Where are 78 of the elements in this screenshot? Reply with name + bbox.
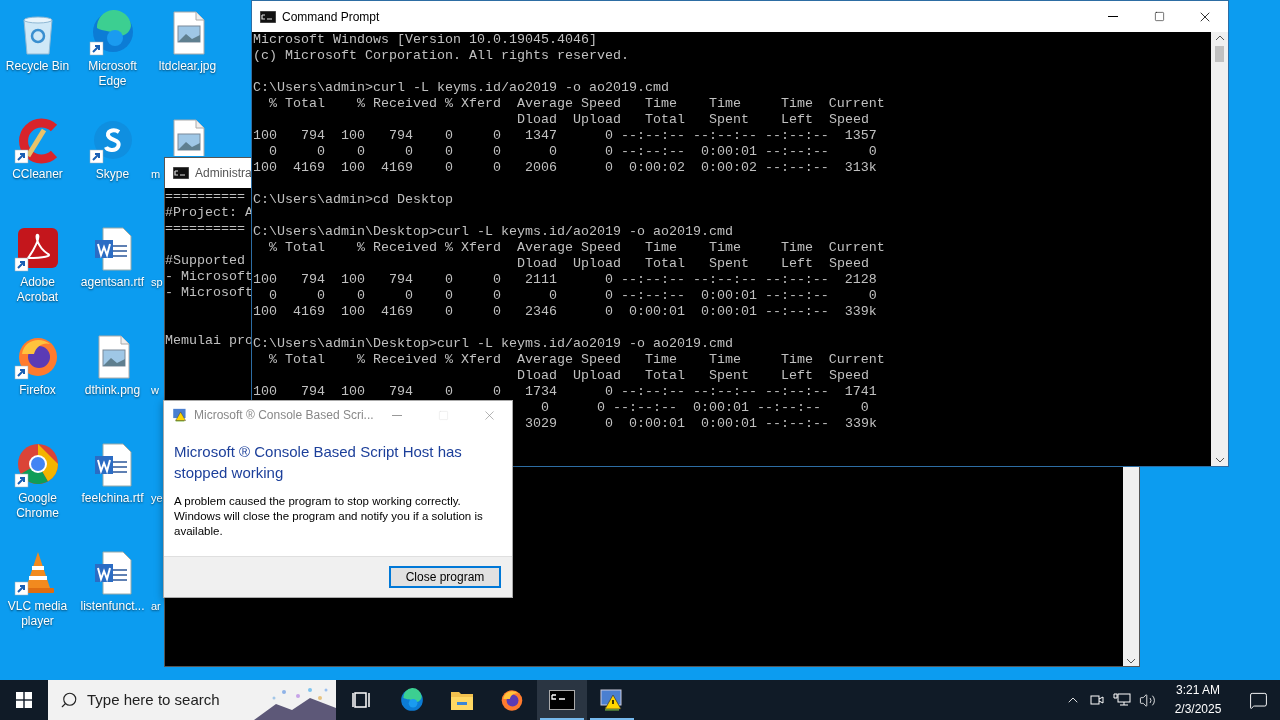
- console-line: C:\Users\admin\Desktop>curl -L keyms.id/ao2019 -o ao2019.cmd: [253, 336, 733, 352]
- script-host-icon: [172, 407, 188, 423]
- notification-icon: [1248, 690, 1268, 710]
- console-line: 0 0 0 0 0 0 0 0 --:--:-- 0:00:01 --:--:-- 0: [269, 144, 877, 160]
- console-line: 0 0 0 0 0 0 0 0 --:--:-- 0:00:01 --:--:-- 0: [269, 288, 877, 304]
- search-icon: [60, 691, 78, 709]
- desktop-icon-label[interactable]: feelchina.rtf: [81, 491, 144, 506]
- desktop-icon-label[interactable]: Skype: [95, 167, 130, 182]
- console-line: Dload Upload Total Spent Left Speed: [516, 368, 869, 384]
- search-field[interactable]: Type here to search: [87, 688, 247, 712]
- console-line: 100 794 100 794 0 0 2111 0 --:--:-- --:--:-- --:--:-- 2128: [253, 272, 877, 288]
- console-line: ==========: [165, 221, 245, 237]
- console-line: - Microsoft: [165, 269, 253, 285]
- desktop-icon-label[interactable]: Recycle Bin: [5, 59, 70, 74]
- taskbar-app-button[interactable]: [537, 680, 587, 720]
- console-line: 100 4169 100 4169 0 0 2006 0 0:00:02 0:00:02 --:--:-- 313k: [253, 160, 877, 176]
- camera-icon[interactable]: [1089, 692, 1105, 708]
- desktop-icon-label[interactable]: agentsan.rtf: [80, 275, 145, 290]
- desktop-icon-label[interactable]: sp: [150, 275, 163, 290]
- desktop-icon-label[interactable]: VLC media player: [0, 599, 75, 629]
- console-line: % Total % Received % Xferd Average Speed Time Time Time Current: [269, 96, 885, 112]
- console-line: (c) Microsoft Corporation. All rights reserved.: [253, 48, 629, 64]
- console-line: 100 4169 100 4169 0 0 2346 0 0:00:01 0:00:01 --:--:-- 339k: [253, 304, 877, 320]
- console-line: C:\Users\admin>curl -L keyms.id/ao2019 -o ao2019.cmd: [253, 80, 669, 96]
- console-icon: [260, 10, 276, 23]
- maximize-icon: [1153, 11, 1165, 22]
- console-line: Microsoft Windows [Version 10.0.19045.4046]: [253, 32, 597, 48]
- browser-icon: [499, 687, 525, 713]
- dialog-heading: Microsoft ® Console Based Script Host has stopped working: [174, 442, 463, 483]
- volume-icon[interactable]: [1139, 691, 1156, 709]
- scroll-down-icon[interactable]: [1127, 659, 1135, 664]
- desktop-icon-label[interactable]: Adobe Acrobat: [0, 275, 75, 305]
- desktop-icon-label[interactable]: listenfunct...: [80, 599, 145, 614]
- scrollbar-thumb[interactable]: [1215, 46, 1224, 62]
- close-program-button[interactable]: Close program: [389, 566, 501, 588]
- console-line: - Microsoft: [165, 285, 253, 301]
- window-title: Administra: [195, 165, 252, 182]
- scroll-up-icon[interactable]: [1215, 35, 1224, 40]
- desktop-icon-label[interactable]: dthink.png: [84, 383, 141, 398]
- console-line: ==========: [165, 189, 245, 205]
- console-line: % Total % Received % Xferd Average Speed Time Time Time Current: [269, 240, 885, 256]
- network-icon[interactable]: [1113, 692, 1131, 708]
- script-host-icon: [599, 687, 625, 713]
- console-line: Dload Upload Total Spent Left Speed: [516, 256, 869, 272]
- scroll-down-icon[interactable]: [1215, 458, 1224, 463]
- console-icon: [549, 690, 575, 710]
- folder-icon: [450, 689, 474, 711]
- clock[interactable]: 3:21 AM 2/3/2025: [1160, 681, 1236, 719]
- desktop-icon-label[interactable]: Google Chrome: [0, 491, 75, 521]
- windows-logo-icon: [16, 692, 32, 708]
- desktop-icon-label[interactable]: ye: [150, 491, 163, 506]
- console-line: 3029 0 0:00:01 0:00:01 --:--:-- 339k: [524, 416, 877, 432]
- minimize-icon: [392, 414, 402, 416]
- desktop-icon-label[interactable]: Microsoft Edge: [75, 59, 150, 89]
- console-line: #Supported: [165, 253, 245, 269]
- desktop-icon-label[interactable]: m: [150, 167, 161, 182]
- desktop-icon-label[interactable]: ltdclear.jpg: [158, 59, 217, 74]
- console-line: 0 0 --:--:-- 0:00:01 --:--:-- 0: [540, 400, 869, 416]
- task-view-icon: [352, 690, 372, 710]
- console-line: C:\Users\admin\Desktop>curl -L keyms.id/ao2019 -o ao2019.cmd: [253, 224, 733, 240]
- console-line: % Total % Received % Xferd Average Speed Time Time Time Current: [269, 352, 885, 368]
- console-icon: [173, 167, 189, 179]
- scrollbar[interactable]: [1123, 466, 1139, 666]
- browser-icon: [399, 687, 425, 713]
- dialog-title: Microsoft ® Console Based Scri...: [194, 407, 374, 424]
- minimize-icon: [1108, 16, 1118, 17]
- dialog-message: A problem caused the program to stop working correctly. Windows will close the program and notify you if a solution is available.: [174, 494, 484, 539]
- window-title: Command Prompt: [282, 8, 380, 26]
- desktop-icon-label[interactable]: w: [150, 383, 159, 398]
- desktop-icon-label[interactable]: Firefox: [19, 383, 56, 398]
- scrollbar[interactable]: [1211, 32, 1228, 466]
- console-line: 100 794 100 794 0 0 1734 0 --:--:-- --:--:-- --:--:-- 1741: [253, 384, 877, 400]
- desktop-icon-label[interactable]: ar: [150, 599, 161, 614]
- console-line: C:\Users\admin>cd Desktop: [253, 192, 453, 208]
- console-line: 100 794 100 794 0 0 1347 0 --:--:-- --:--:-- --:--:-- 1357: [253, 128, 877, 144]
- console-line: Dload Upload Total Spent Left Speed: [516, 112, 869, 128]
- desktop-icon-label[interactable]: CCleaner: [12, 167, 63, 182]
- search-box[interactable]: Type here to search: [48, 680, 336, 720]
